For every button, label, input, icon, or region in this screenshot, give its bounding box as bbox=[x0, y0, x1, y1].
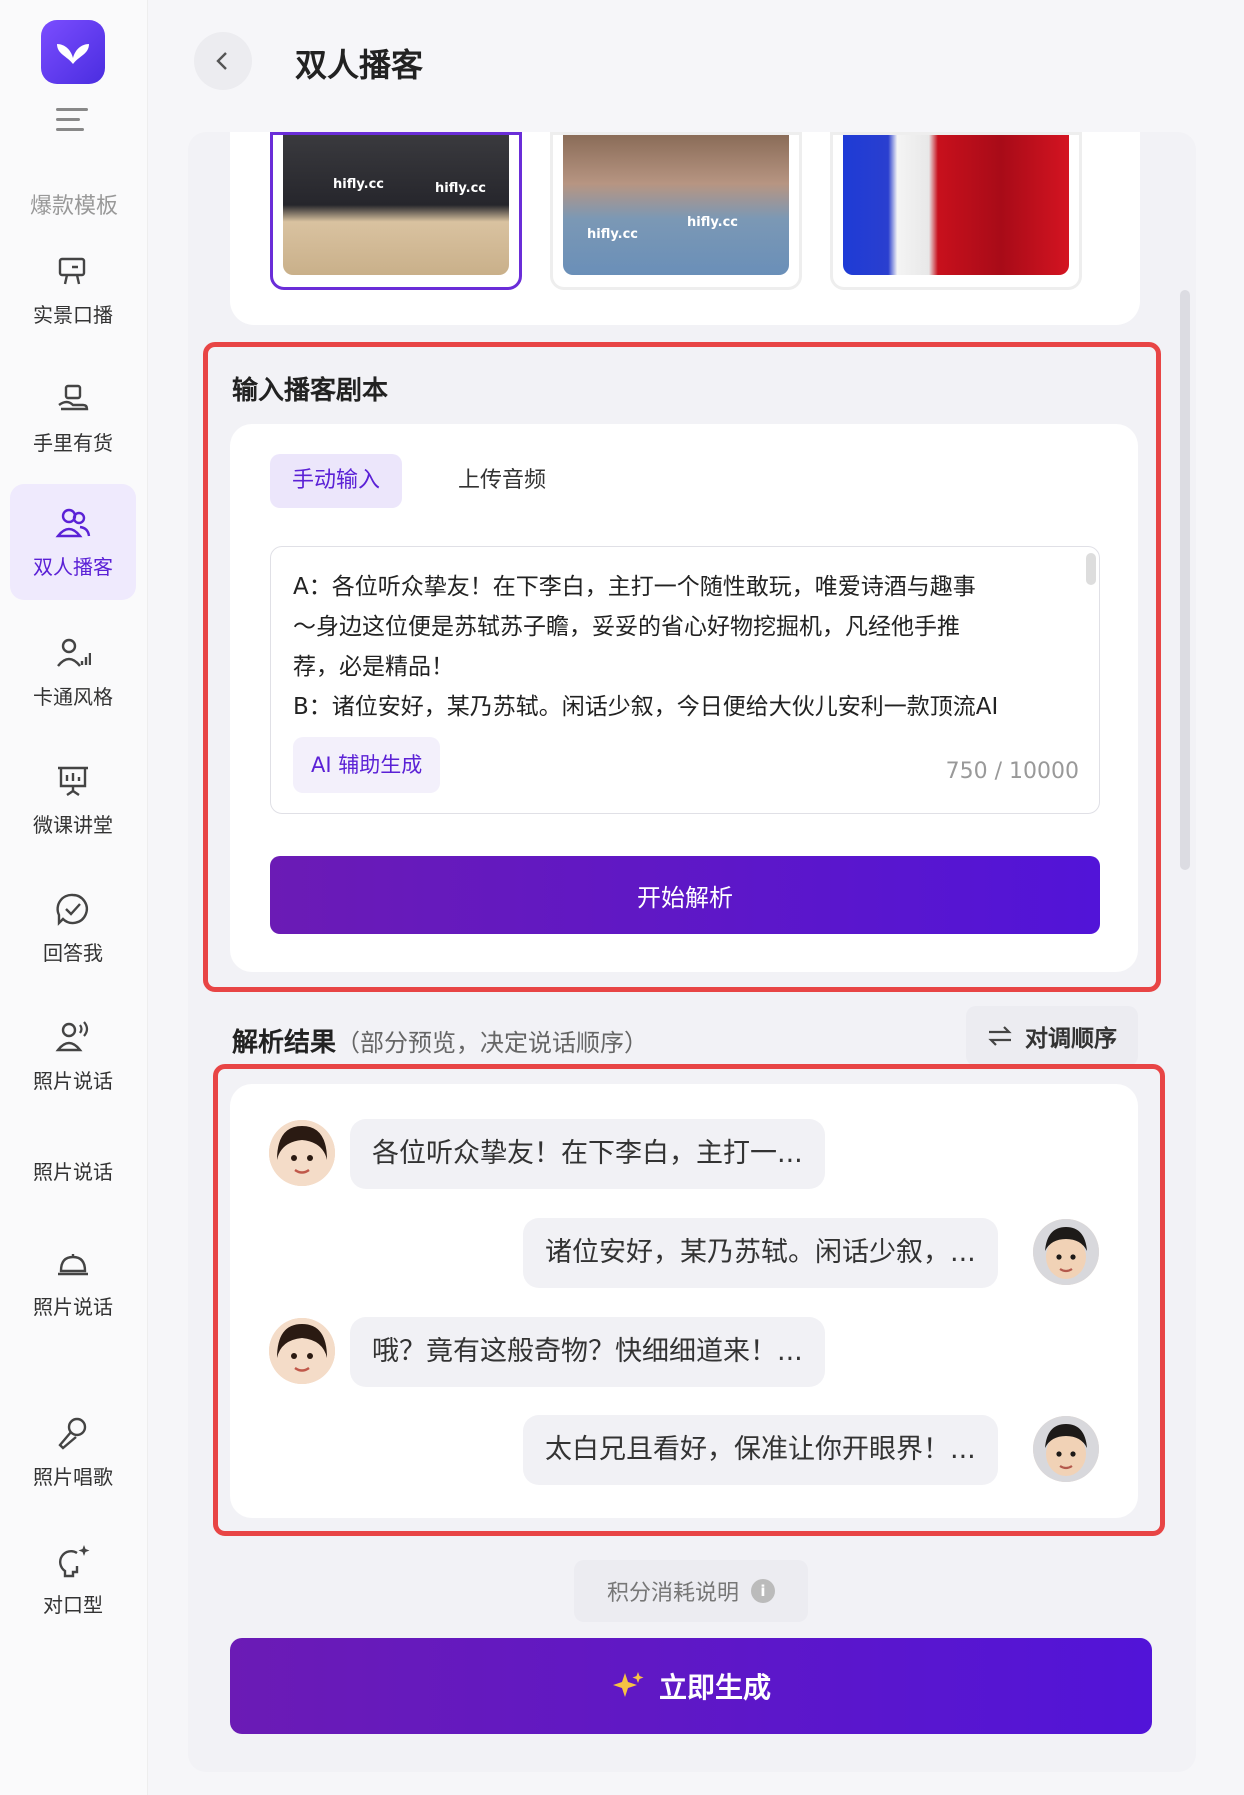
sidebar-item-label: 实景口播 bbox=[33, 302, 113, 327]
lip-sync-icon bbox=[58, 1544, 90, 1577]
thumb-image bbox=[843, 135, 1069, 275]
boy-avatar-icon bbox=[1033, 1416, 1099, 1482]
sidebar-item-label: 微课讲堂 bbox=[33, 812, 113, 837]
two-users-icon bbox=[55, 508, 91, 537]
check-chat-icon bbox=[56, 893, 88, 926]
dialogue-bubble-b: 诸位安好，某乃苏轼。闲话少叙，... bbox=[523, 1218, 998, 1288]
bell-tray-icon bbox=[58, 1253, 88, 1275]
sidebar-item-answer-me[interactable]: 回答我 bbox=[10, 870, 136, 986]
script-line: 荐，必是精品！ bbox=[293, 654, 454, 680]
thumb-brand: hifly.cc bbox=[333, 177, 384, 192]
generate-now-label: 立即生成 bbox=[658, 1671, 771, 1704]
ai-assist-button[interactable]: AI 辅助生成 bbox=[293, 737, 441, 793]
boy-avatar-icon bbox=[1033, 1219, 1099, 1285]
parse-button-label: 开始解析 bbox=[637, 883, 733, 912]
girl-avatar-icon bbox=[269, 1120, 335, 1186]
script-section-title: 输入播客剧本 bbox=[232, 376, 389, 406]
tab-manual-input[interactable]: 手动输入 bbox=[270, 454, 403, 508]
result-title: 解析结果 bbox=[232, 1028, 337, 1058]
sidebar-item-label: 双人播客 bbox=[33, 554, 113, 579]
dialogue-bubble-b: 太白兄且看好，保准让你开眼界！... bbox=[523, 1415, 998, 1485]
microphone-icon bbox=[58, 1417, 87, 1450]
dialogue-bubble-a: 各位听众挚友！在下李白，主打一... bbox=[350, 1119, 825, 1189]
sidebar-item-label: 照片唱歌 bbox=[33, 1464, 113, 1489]
sidebar-item-label: 照片说话 bbox=[33, 1159, 113, 1184]
sidebar-item-product-in-hand[interactable]: 手里有货 bbox=[10, 360, 136, 476]
sidebar: 爆款模板 实景口播 手里有货 双人播客 卡通风格 微课讲堂 回答我 照片说话 照… bbox=[0, 0, 148, 1795]
credit-label: 积分消耗说明 bbox=[606, 1581, 739, 1606]
script-line: B：诸位安好，某乃苏轼。闲话少叙，今日便给大伙儿安利一款顶流AI bbox=[293, 694, 999, 720]
avatar-speaker-a bbox=[269, 1318, 335, 1384]
sidebar-item-label: 照片说话 bbox=[33, 1068, 113, 1093]
credit-info-button[interactable]: 积分消耗说明 i bbox=[574, 1560, 808, 1622]
dialogue-bubble-a: 哦？竟有这般奇物？快细细道来！... bbox=[350, 1317, 825, 1387]
sidebar-item-photo-talk-3[interactable]: 照片说话 bbox=[10, 1224, 136, 1340]
result-subtitle: （部分预览，决定说话顺序） bbox=[336, 1029, 649, 1057]
sidebar-item-micro-class[interactable]: 微课讲堂 bbox=[10, 742, 136, 858]
page-title: 双人播客 bbox=[295, 46, 424, 84]
sidebar-section-label: 爆款模板 bbox=[29, 194, 118, 219]
thumb-brand: hifly.cc bbox=[687, 215, 738, 230]
thumb-brand: hifly.cc bbox=[587, 227, 638, 242]
sparkle-icon bbox=[612, 1672, 644, 1697]
script-textarea[interactable]: A：各位听众挚友！在下李白，主打一个随性敢玩，唯爱诗酒与趣事 ～身边这位便是苏轼… bbox=[270, 546, 1100, 814]
template-thumb-3[interactable] bbox=[830, 132, 1082, 290]
sidebar-item-label: 手里有货 bbox=[33, 430, 113, 455]
sidebar-item-photo-talk-1[interactable]: 照片说话 bbox=[10, 998, 136, 1114]
chevron-left-icon bbox=[216, 52, 227, 70]
result-section-title: 解析结果（部分预览，决定说话顺序） bbox=[232, 1022, 648, 1059]
template-thumb-1[interactable]: hifly.cc hifly.cc bbox=[270, 132, 522, 290]
menu-icon[interactable] bbox=[56, 108, 88, 138]
sidebar-item-live-presenter[interactable]: 实景口播 bbox=[10, 232, 136, 348]
sidebar-item-label: 卡通风格 bbox=[33, 684, 113, 709]
app-logo[interactable] bbox=[41, 20, 105, 84]
hand-product-icon bbox=[58, 384, 89, 410]
thumb-brand: hifly.cc bbox=[435, 181, 486, 196]
thumb-image: hifly.cc hifly.cc bbox=[283, 135, 509, 275]
sidebar-item-photo-talk-2[interactable]: 照片说话 bbox=[10, 1130, 136, 1210]
presentation-screen-icon bbox=[58, 766, 88, 796]
sidebar-item-lip-sync[interactable]: 对口型 bbox=[10, 1522, 136, 1638]
avatar-speaker-b bbox=[1033, 1416, 1099, 1482]
avatar-speaker-b bbox=[1033, 1219, 1099, 1285]
presenter-board-icon bbox=[58, 257, 86, 284]
parse-button[interactable]: 开始解析 bbox=[270, 856, 1100, 934]
info-icon: i bbox=[751, 1579, 775, 1603]
swap-order-button[interactable]: 对调顺序 bbox=[966, 1006, 1138, 1066]
char-counter: 750 / 10000 bbox=[945, 759, 1079, 784]
avatar-speaker-a bbox=[269, 1120, 335, 1186]
script-line: ～身边这位便是苏轼苏子瞻，妥妥的省心好物挖掘机，凡经他手推 bbox=[293, 614, 960, 640]
sidebar-item-label: 对口型 bbox=[43, 1592, 103, 1617]
template-thumb-2[interactable]: hifly.cc hifly.cc bbox=[550, 132, 802, 290]
sidebar-item-label: 照片说话 bbox=[33, 1294, 113, 1319]
swap-arrows-icon bbox=[988, 1026, 1012, 1046]
thumb-image: hifly.cc hifly.cc bbox=[563, 135, 789, 275]
sidebar-item-duo-podcast[interactable]: 双人播客 bbox=[10, 484, 136, 600]
script-line: A：各位听众挚友！在下李白，主打一个随性敢玩，唯爱诗酒与趣事 bbox=[293, 574, 976, 600]
user-signal-icon bbox=[57, 638, 91, 667]
sidebar-item-label: 回答我 bbox=[43, 940, 103, 965]
generate-now-button[interactable]: 立即生成 bbox=[230, 1638, 1152, 1734]
textarea-scrollbar[interactable] bbox=[1086, 553, 1096, 585]
sidebar-item-cartoon-style[interactable]: 卡通风格 bbox=[10, 614, 136, 730]
swap-order-label: 对调顺序 bbox=[1025, 1026, 1117, 1052]
user-speaking-icon bbox=[55, 1020, 89, 1051]
main-scrollbar[interactable] bbox=[1180, 290, 1190, 870]
tab-upload-audio[interactable]: 上传音频 bbox=[436, 454, 568, 508]
back-button[interactable] bbox=[194, 32, 252, 90]
sidebar-item-photo-sing[interactable]: 照片唱歌 bbox=[10, 1394, 136, 1510]
girl-avatar-icon bbox=[269, 1318, 335, 1384]
butterfly-logo-icon bbox=[57, 44, 89, 64]
